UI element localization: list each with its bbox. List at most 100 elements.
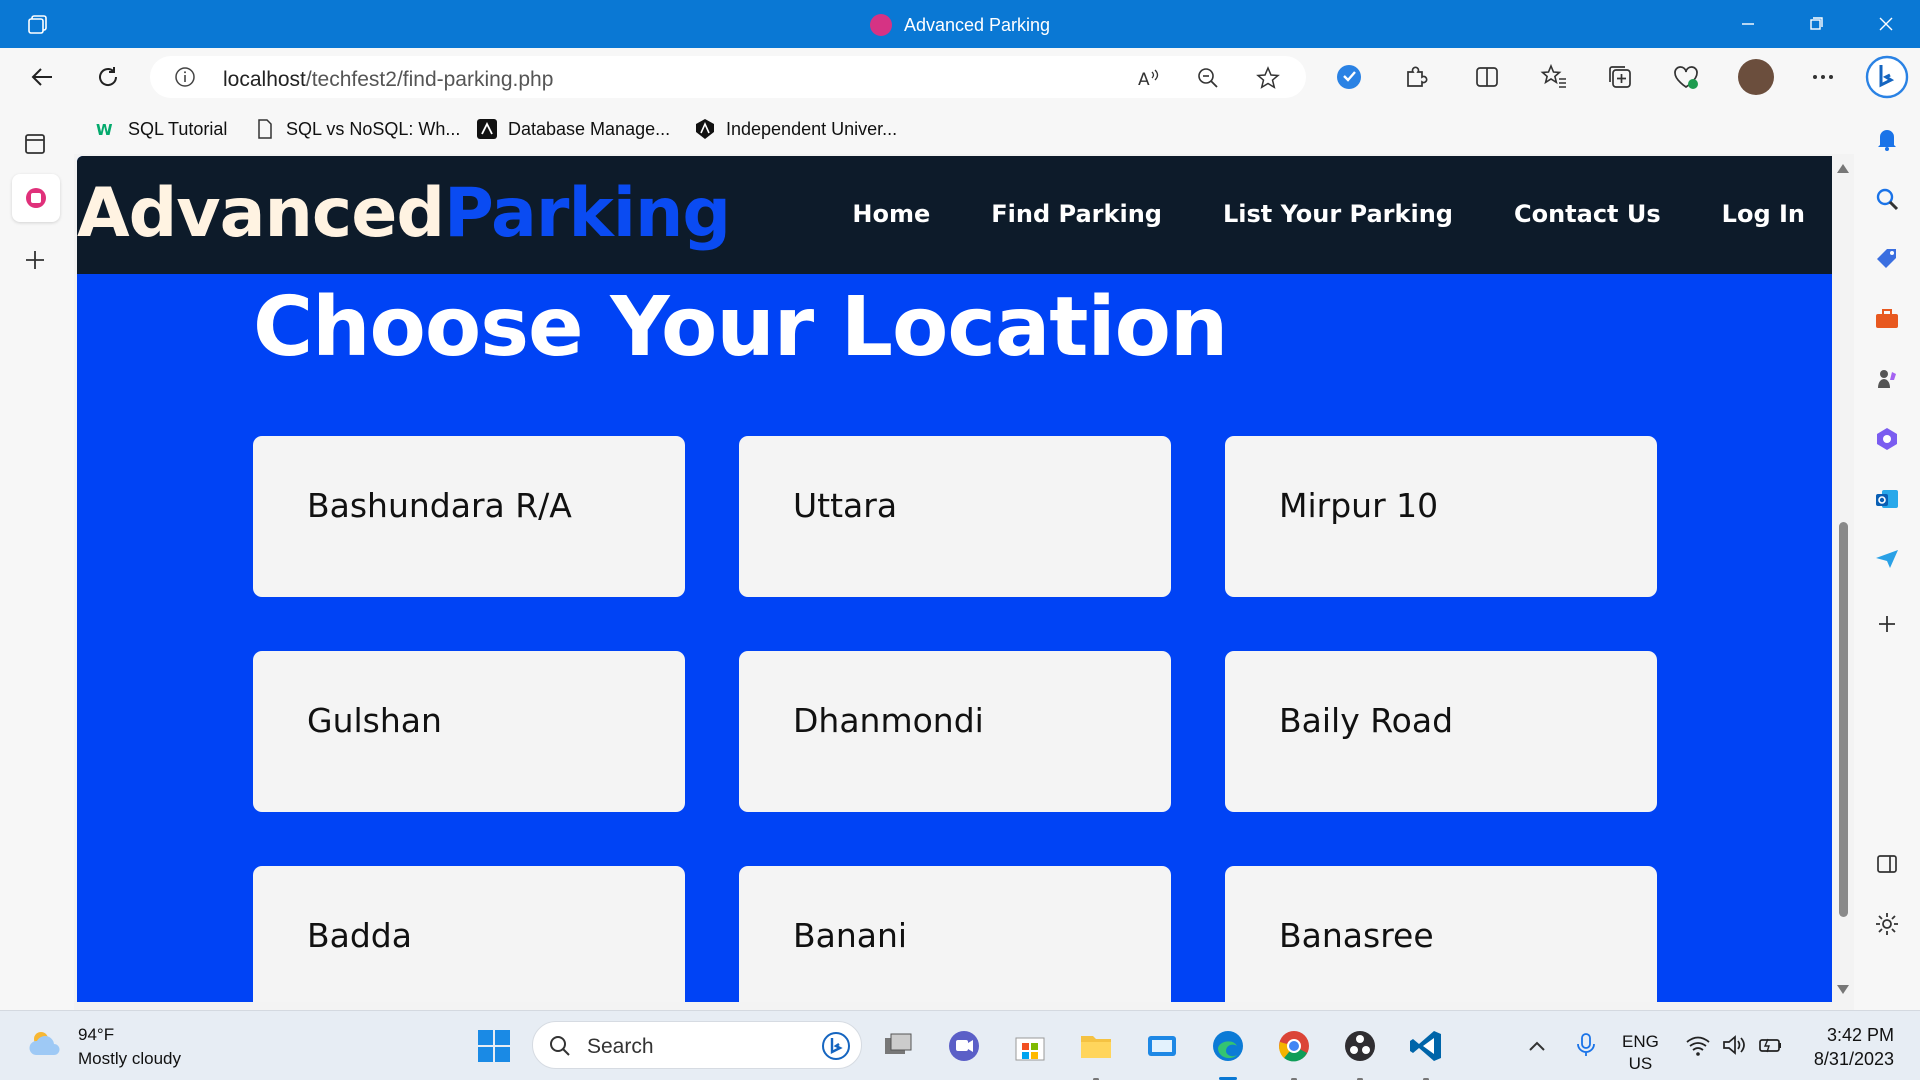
location-card-badda[interactable]: Badda <box>253 866 685 1002</box>
bookmark-label: Database Manage... <box>508 118 671 139</box>
location-label: Uttara <box>793 486 898 525</box>
site-logo[interactable]: AdvancedParking <box>77 174 731 253</box>
microsoft-365-icon[interactable] <box>1874 426 1900 452</box>
cloudy-weather-icon <box>29 1032 60 1055</box>
location-label: Banasree <box>1279 916 1434 955</box>
site-info-icon[interactable] <box>174 66 196 88</box>
settings-gear-icon[interactable] <box>1874 911 1900 937</box>
volume-icon[interactable] <box>1720 1031 1748 1059</box>
teams-chat-icon[interactable] <box>946 1028 982 1064</box>
chevron-up-icon[interactable] <box>1524 1033 1550 1059</box>
bookmark-sql-vs-nosql[interactable]: SQL vs NoSQL: Wh... <box>254 116 460 142</box>
taskbar-search[interactable]: Search <box>532 1021 862 1069</box>
restore-icon[interactable] <box>1802 10 1830 38</box>
nav-home[interactable]: Home <box>852 200 930 228</box>
tab-panel-icon[interactable] <box>17 126 53 162</box>
nav-find-parking[interactable]: Find Parking <box>991 200 1162 228</box>
zoom-icon[interactable] <box>1196 66 1220 90</box>
site-header: AdvancedParking Home Find Parking List Y… <box>77 156 1832 274</box>
collections-icon[interactable] <box>1605 62 1635 92</box>
search-icon <box>550 1036 570 1056</box>
send-paper-plane-icon[interactable] <box>1874 546 1900 572</box>
address-toolbar: localhost/techfest2/find-parking.php A <box>0 48 1920 106</box>
location-grid: Bashundara R/A Uttara Mirpur 10 Gulshan … <box>253 436 1657 1002</box>
read-aloud-icon[interactable]: A <box>1136 66 1160 90</box>
location-card-uttara[interactable]: Uttara <box>739 436 1171 597</box>
language-region: US <box>1628 1054 1653 1073</box>
bookmark-sql-tutorial[interactable]: W SQL Tutorial <box>96 116 227 142</box>
bookmark-label: Independent Univer... <box>726 118 898 139</box>
location-card-mirpur-10[interactable]: Mirpur 10 <box>1225 436 1657 597</box>
wifi-icon[interactable] <box>1684 1031 1712 1059</box>
edge-browser-icon[interactable] <box>1210 1028 1246 1064</box>
location-card-bashundara[interactable]: Bashundara R/A <box>253 436 685 597</box>
system-clock[interactable]: 3:42 PM 8/31/2023 <box>1814 1023 1894 1071</box>
obs-studio-icon[interactable] <box>1342 1028 1378 1064</box>
weather-temperature: 94°F <box>78 1025 115 1044</box>
nav-contact-us[interactable]: Contact Us <box>1514 200 1661 228</box>
microsoft-store-icon[interactable] <box>1012 1028 1048 1064</box>
weather-widget[interactable]: 94°F Mostly cloudy <box>26 1023 181 1071</box>
task-view-icon[interactable] <box>880 1028 916 1064</box>
file-explorer-icon[interactable] <box>1078 1028 1114 1064</box>
more-options-icon[interactable] <box>1808 62 1838 92</box>
close-icon[interactable] <box>1872 10 1900 38</box>
url-host: localhost <box>223 68 306 91</box>
location-card-banani[interactable]: Banani <box>739 866 1171 1002</box>
scroll-down-arrow-icon[interactable] <box>1837 985 1849 994</box>
logo-part-advanced: Advanced <box>77 174 445 253</box>
favorite-star-icon[interactable] <box>1256 66 1280 90</box>
extension-shield-icon[interactable] <box>1334 62 1364 92</box>
notifications-bell-icon[interactable] <box>1874 126 1900 152</box>
profile-avatar[interactable] <box>1738 59 1774 95</box>
active-tab[interactable] <box>12 174 60 222</box>
nav-log-in[interactable]: Log In <box>1722 200 1805 228</box>
extensions-puzzle-icon[interactable] <box>1400 62 1430 92</box>
page-scrollbar[interactable] <box>1832 156 1854 1002</box>
app-window-icon[interactable] <box>1144 1028 1180 1064</box>
address-bar[interactable]: localhost/techfest2/find-parking.php A <box>150 56 1306 98</box>
language-indicator[interactable]: ENG US <box>1622 1031 1659 1075</box>
clock-time: 3:42 PM <box>1826 1025 1894 1045</box>
sidebar-panel-icon[interactable] <box>1874 851 1900 877</box>
location-label: Mirpur 10 <box>1279 486 1439 525</box>
bookmark-independent-univer[interactable]: Independent Univer... <box>694 116 897 142</box>
back-arrow-icon[interactable] <box>26 61 58 93</box>
tools-briefcase-icon[interactable] <box>1874 306 1900 332</box>
location-card-banasree[interactable]: Banasree <box>1225 866 1657 1002</box>
windows-start-icon[interactable] <box>476 1028 512 1064</box>
bookmark-database-manage[interactable]: Database Manage... <box>476 116 670 142</box>
location-label: Badda <box>307 916 412 955</box>
bing-copilot-icon[interactable] <box>1864 54 1910 100</box>
bing-icon <box>822 1032 850 1060</box>
refresh-icon[interactable] <box>92 61 124 93</box>
chrome-icon[interactable] <box>1276 1028 1312 1064</box>
bookmark-label: SQL Tutorial <box>128 118 228 139</box>
location-card-baily-road[interactable]: Baily Road <box>1225 651 1657 812</box>
new-tab-plus-icon[interactable] <box>17 242 53 278</box>
games-chess-icon[interactable] <box>1874 366 1900 392</box>
shopping-tag-icon[interactable] <box>1874 246 1900 272</box>
vscode-icon[interactable] <box>1408 1028 1444 1064</box>
location-label: Gulshan <box>307 701 442 740</box>
split-screen-icon[interactable] <box>1472 62 1502 92</box>
scrollbar-thumb[interactable] <box>1839 522 1848 917</box>
microphone-icon[interactable] <box>1572 1031 1600 1059</box>
database-icon <box>477 119 497 139</box>
location-card-gulshan[interactable]: Gulshan <box>253 651 685 812</box>
window-title-text: Advanced Parking <box>903 15 1051 35</box>
outlook-icon[interactable] <box>1874 486 1900 512</box>
favorites-icon[interactable] <box>1539 62 1569 92</box>
add-sidebar-plus-icon[interactable] <box>1874 611 1900 637</box>
browser-essentials-icon[interactable] <box>1671 62 1701 92</box>
minimize-icon[interactable] <box>1734 10 1762 38</box>
location-card-dhanmondi[interactable]: Dhanmondi <box>739 651 1171 812</box>
title-bar: Advanced Parking <box>0 0 1920 48</box>
vertical-tab-strip <box>0 106 74 1010</box>
search-icon[interactable] <box>1874 186 1900 212</box>
url-text[interactable]: localhost/techfest2/find-parking.php <box>223 68 553 92</box>
main-nav: Home Find Parking List Your Parking Cont… <box>852 200 1805 228</box>
battery-icon[interactable] <box>1756 1031 1784 1059</box>
scroll-up-arrow-icon[interactable] <box>1837 164 1849 173</box>
nav-list-your-parking[interactable]: List Your Parking <box>1223 200 1453 228</box>
